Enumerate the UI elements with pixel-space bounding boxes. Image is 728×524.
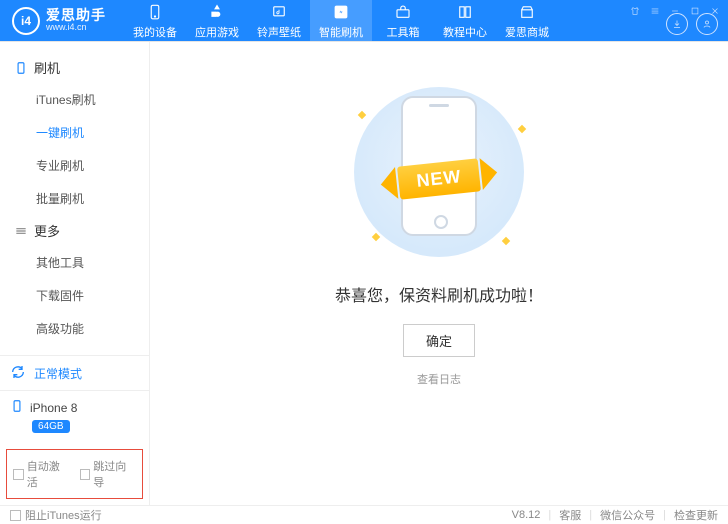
download-icon[interactable] bbox=[666, 13, 688, 35]
book-icon bbox=[455, 2, 475, 22]
menu-icon[interactable] bbox=[648, 4, 662, 18]
body: 刷机 iTunes刷机 一键刷机 专业刷机 批量刷机 更多 其他工具 下载固件 … bbox=[0, 41, 728, 505]
checkbox-block-itunes[interactable]: 阻止iTunes运行 bbox=[10, 507, 102, 523]
group-label: 更多 bbox=[34, 221, 60, 240]
sidebar-item-pro-flash[interactable]: 专业刷机 bbox=[0, 149, 149, 182]
mode-label: 正常模式 bbox=[34, 365, 82, 382]
main-content: NEW 恭喜您，保资料刷机成功啦！ 确定 查看日志 bbox=[150, 42, 728, 505]
nav-ringtone[interactable]: 铃声壁纸 bbox=[248, 0, 310, 41]
footer-link-update[interactable]: 检查更新 bbox=[674, 507, 718, 523]
app-title: 爱思助手 bbox=[46, 8, 106, 23]
device-name: iPhone 8 bbox=[30, 401, 77, 415]
header-right-icons bbox=[666, 13, 718, 35]
phone-icon bbox=[10, 399, 24, 416]
store-icon bbox=[517, 2, 537, 22]
success-message: 恭喜您，保资料刷机成功啦！ bbox=[335, 282, 543, 306]
nav-toolbox[interactable]: 工具箱 bbox=[372, 0, 434, 41]
logo[interactable]: i4 爱思助手 www.i4.cn bbox=[12, 7, 106, 35]
storage-badge: 64GB bbox=[32, 420, 70, 433]
top-nav: 我的设备 应用游戏 铃声壁纸 智能刷机 工具箱 教程中心 爱思商城 bbox=[124, 0, 558, 41]
header: i4 爱思助手 www.i4.cn 我的设备 应用游戏 铃声壁纸 智能刷机 工具… bbox=[0, 0, 728, 41]
footer-link-support[interactable]: 客服 bbox=[559, 507, 581, 523]
device-mode-status[interactable]: 正常模式 bbox=[0, 355, 149, 390]
sidebar-group-flash: 刷机 bbox=[0, 52, 149, 83]
nav-label: 我的设备 bbox=[133, 24, 177, 40]
sidebar-item-oneclick-flash[interactable]: 一键刷机 bbox=[0, 116, 149, 149]
music-icon bbox=[269, 2, 289, 22]
toolbox-icon bbox=[393, 2, 413, 22]
success-illustration: NEW bbox=[329, 82, 549, 262]
refresh-icon bbox=[10, 364, 28, 382]
nav-label: 铃声壁纸 bbox=[257, 24, 301, 40]
sidebar-group-more: 更多 bbox=[0, 215, 149, 246]
footer: 阻止iTunes运行 V8.12 | 客服 | 微信公众号 | 检查更新 bbox=[0, 505, 728, 524]
logo-text: 爱思助手 www.i4.cn bbox=[46, 8, 106, 33]
sidebar: 刷机 iTunes刷机 一键刷机 专业刷机 批量刷机 更多 其他工具 下载固件 … bbox=[0, 42, 150, 505]
nav-label: 应用游戏 bbox=[195, 24, 239, 40]
highlighted-checkbox-group: 自动激活 跳过向导 bbox=[6, 449, 143, 499]
user-icon[interactable] bbox=[696, 13, 718, 35]
sidebar-item-other-tools[interactable]: 其他工具 bbox=[0, 246, 149, 279]
nav-tutorial[interactable]: 教程中心 bbox=[434, 0, 496, 41]
nav-label: 爱思商城 bbox=[505, 24, 549, 40]
version-label: V8.12 bbox=[512, 509, 541, 521]
phone-icon bbox=[145, 2, 165, 22]
logo-badge: i4 bbox=[12, 7, 40, 35]
sidebar-item-advanced[interactable]: 高级功能 bbox=[0, 312, 149, 345]
apps-icon bbox=[207, 2, 227, 22]
nav-label: 教程中心 bbox=[443, 24, 487, 40]
view-log-link[interactable]: 查看日志 bbox=[417, 371, 461, 387]
nav-store[interactable]: 爱思商城 bbox=[496, 0, 558, 41]
flash-icon bbox=[331, 2, 351, 22]
nav-label: 工具箱 bbox=[387, 24, 420, 40]
sidebar-item-batch-flash[interactable]: 批量刷机 bbox=[0, 182, 149, 215]
phone-icon bbox=[14, 61, 28, 75]
confirm-button[interactable]: 确定 bbox=[403, 324, 475, 357]
group-label: 刷机 bbox=[34, 58, 60, 77]
nav-apps[interactable]: 应用游戏 bbox=[186, 0, 248, 41]
skin-icon[interactable] bbox=[628, 4, 642, 18]
sidebar-item-itunes-flash[interactable]: iTunes刷机 bbox=[0, 83, 149, 116]
nav-label: 智能刷机 bbox=[319, 24, 363, 40]
footer-link-wechat[interactable]: 微信公众号 bbox=[600, 507, 655, 523]
checkbox-auto-activate[interactable]: 自动激活 bbox=[13, 458, 70, 490]
nav-flash[interactable]: 智能刷机 bbox=[310, 0, 372, 41]
app-url: www.i4.cn bbox=[46, 23, 106, 33]
nav-my-device[interactable]: 我的设备 bbox=[124, 0, 186, 41]
sidebar-item-download-firmware[interactable]: 下载固件 bbox=[0, 279, 149, 312]
device-panel[interactable]: iPhone 8 64GB bbox=[0, 390, 149, 443]
more-icon bbox=[14, 224, 28, 238]
checkbox-skip-guide[interactable]: 跳过向导 bbox=[80, 458, 137, 490]
